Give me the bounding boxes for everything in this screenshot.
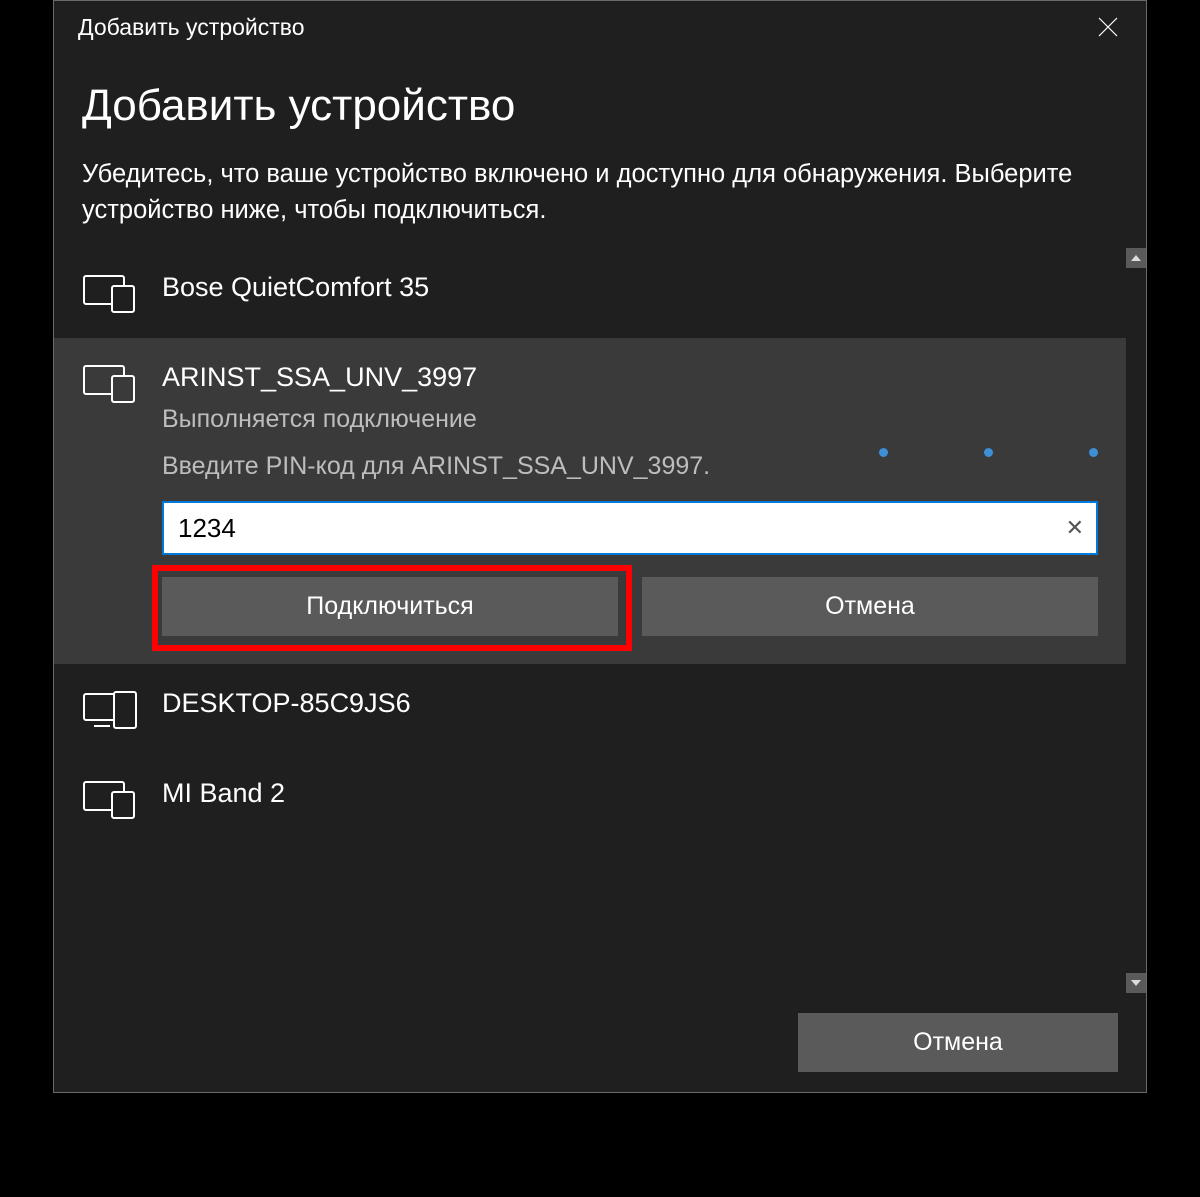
titlebar: Добавить устройство (54, 1, 1146, 53)
device-cancel-button[interactable]: Отмена (642, 577, 1098, 636)
dialog-heading: Добавить устройство (82, 81, 1118, 131)
chevron-up-icon (1130, 252, 1142, 264)
device-name: MI Band 2 (162, 778, 1098, 809)
scroll-down-button[interactable] (1126, 973, 1146, 993)
chevron-down-icon (1130, 977, 1142, 989)
clear-input-button[interactable]: ✕ (1066, 515, 1084, 541)
close-icon (1097, 16, 1119, 38)
pin-input[interactable] (162, 501, 1098, 555)
device-list: Bose QuietComfort 35 ARINST_SSA_UNV_3997… (54, 248, 1126, 993)
scroll-up-button[interactable] (1126, 248, 1146, 268)
device-status: Выполняется подключение (162, 405, 1098, 434)
device-icon (82, 780, 138, 820)
device-actions: Подключиться Отмена (162, 577, 1098, 636)
dialog-content: Добавить устройство Убедитесь, что ваше … (54, 53, 1146, 1092)
pin-row: ✕ (162, 501, 1098, 555)
device-body: Bose QuietComfort 35 (162, 272, 1098, 303)
window-title: Добавить устройство (78, 14, 305, 41)
cancel-button[interactable]: Отмена (798, 1013, 1118, 1072)
device-name: Bose QuietComfort 35 (162, 272, 1098, 303)
device-body: MI Band 2 (162, 778, 1098, 809)
dialog-description: Убедитесь, что ваше устройство включено … (82, 157, 1118, 228)
device-item-selected[interactable]: ARINST_SSA_UNV_3997 Выполняется подключе… (54, 338, 1126, 664)
add-device-dialog: Добавить устройство Добавить устройство … (53, 0, 1147, 1093)
progress-indicator (879, 448, 1098, 457)
device-item[interactable]: Bose QuietComfort 35 (54, 248, 1126, 338)
device-name: DESKTOP-85C9JS6 (162, 688, 1098, 719)
device-item[interactable]: MI Band 2 (54, 754, 1126, 844)
pc-icon (82, 690, 138, 730)
device-name: ARINST_SSA_UNV_3997 (162, 362, 1098, 393)
device-list-wrapper: Bose QuietComfort 35 ARINST_SSA_UNV_3997… (54, 248, 1146, 993)
close-button[interactable] (1086, 5, 1130, 49)
device-body: ARINST_SSA_UNV_3997 Выполняется подключе… (162, 362, 1098, 640)
device-item[interactable]: DESKTOP-85C9JS6 (54, 664, 1126, 754)
device-icon (82, 364, 138, 404)
dialog-header: Добавить устройство Убедитесь, что ваше … (54, 53, 1146, 248)
dialog-footer: Отмена (54, 993, 1146, 1092)
scrollbar[interactable] (1126, 248, 1146, 993)
device-icon (82, 274, 138, 314)
connect-button[interactable]: Подключиться (162, 577, 618, 636)
device-body: DESKTOP-85C9JS6 (162, 688, 1098, 719)
